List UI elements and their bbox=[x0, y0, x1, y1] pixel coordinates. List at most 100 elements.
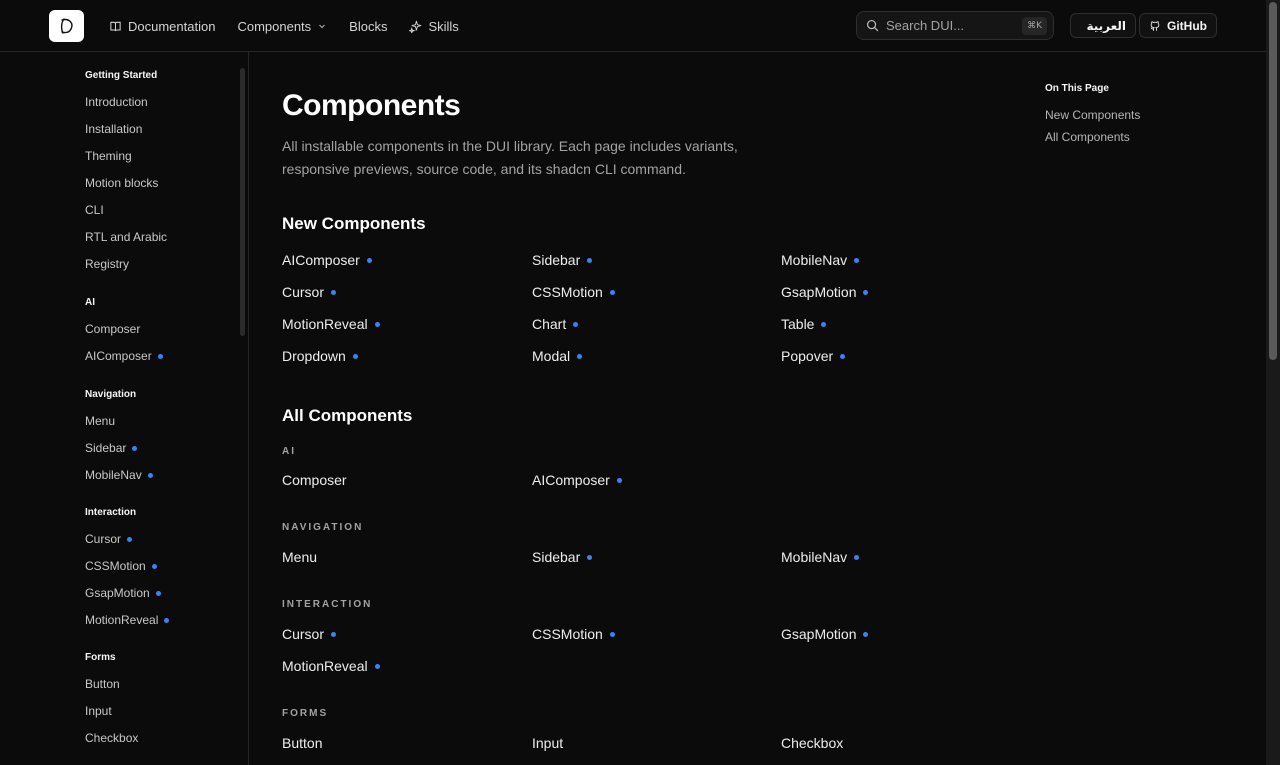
sidebar-item-composer[interactable]: Composer bbox=[85, 316, 163, 343]
sidebar-item-label: Cursor bbox=[85, 532, 122, 546]
sidebar-item-gsapmotion[interactable]: GsapMotion bbox=[85, 580, 169, 607]
sidebar-item-label: Checkbox bbox=[85, 731, 139, 745]
component-link-label: Menu bbox=[282, 549, 318, 565]
sidebar-item-button[interactable]: Button bbox=[85, 671, 138, 698]
new-badge-dot bbox=[164, 618, 170, 623]
sidebar-item-cli[interactable]: CLI bbox=[85, 197, 167, 224]
sidebar-item-theming[interactable]: Theming bbox=[85, 143, 167, 170]
component-link-label: CSSMotion bbox=[532, 626, 603, 642]
nav-skills-label: Skills bbox=[428, 18, 459, 34]
section-heading-all-components: All Components bbox=[282, 406, 413, 425]
component-link-mobilenav[interactable]: MobileNav bbox=[781, 252, 860, 268]
sidebar-scrollbar[interactable] bbox=[240, 68, 245, 336]
component-link-gsapmotion[interactable]: GsapMotion bbox=[781, 284, 869, 300]
component-link-motionreveal[interactable]: MotionReveal bbox=[282, 316, 380, 332]
search-input[interactable] bbox=[886, 18, 1016, 33]
github-button[interactable]: GitHub bbox=[1139, 13, 1217, 38]
sidebar-item-label: GsapMotion bbox=[85, 586, 150, 600]
github-icon bbox=[1150, 20, 1160, 31]
sidebar-item-cursor[interactable]: Cursor bbox=[85, 526, 169, 553]
component-link-sidebar[interactable]: Sidebar bbox=[532, 549, 593, 565]
component-link-cursor[interactable]: Cursor bbox=[282, 626, 337, 642]
search-box[interactable]: ⌘K bbox=[856, 11, 1054, 40]
sidebar-group-getting-started: Getting Started Introduction Installatio… bbox=[85, 69, 167, 278]
main-nav: Documentation Components Blocks Skills bbox=[109, 0, 481, 52]
component-link-cssmotion[interactable]: CSSMotion bbox=[532, 284, 615, 300]
component-link-label: MotionReveal bbox=[282, 316, 368, 332]
component-link-checkbox[interactable]: Checkbox bbox=[781, 735, 843, 751]
toc-item-new-components[interactable]: New Components bbox=[1045, 104, 1245, 126]
component-link-label: AIComposer bbox=[532, 472, 610, 488]
component-link-label: Table bbox=[781, 316, 815, 332]
logo[interactable] bbox=[49, 10, 84, 42]
component-link-cursor[interactable]: Cursor bbox=[282, 284, 337, 300]
component-link-button[interactable]: Button bbox=[282, 735, 322, 751]
sidebar-item-checkbox[interactable]: Checkbox bbox=[85, 725, 138, 752]
page-title: Components bbox=[282, 89, 461, 122]
sparkles-icon bbox=[409, 20, 422, 33]
sidebar-item-label: Input bbox=[85, 704, 112, 718]
component-link-aicomposer[interactable]: AIComposer bbox=[282, 252, 372, 268]
sidebar-item-motionreveal[interactable]: MotionReveal bbox=[85, 607, 170, 634]
sidebar-item-registry[interactable]: Registry bbox=[85, 251, 167, 278]
sidebar-item-mobilenav[interactable]: MobileNav bbox=[85, 462, 153, 489]
new-badge-dot bbox=[374, 321, 380, 327]
component-link-table[interactable]: Table bbox=[781, 316, 827, 332]
chevron-down-icon bbox=[319, 24, 326, 29]
component-link-label: MobileNav bbox=[781, 549, 848, 565]
component-link-chart[interactable]: Chart bbox=[532, 316, 579, 332]
sidebar-item-sidebar[interactable]: Sidebar bbox=[85, 435, 153, 462]
sidebar-group-interaction: Interaction Cursor CSSMotion GsapMotion … bbox=[85, 506, 170, 634]
nav-components[interactable]: Components bbox=[237, 19, 327, 34]
sidebar-item-introduction[interactable]: Introduction bbox=[85, 89, 167, 116]
new-badge-dot bbox=[331, 631, 337, 637]
sidebar-item-label: Theming bbox=[85, 149, 132, 163]
sidebar-group-forms: Forms Button Input Checkbox bbox=[85, 651, 138, 752]
sidebar-item-input[interactable]: Input bbox=[85, 698, 138, 725]
sidebar-item-label: CSSMotion bbox=[85, 559, 146, 573]
nav-blocks[interactable]: Blocks bbox=[349, 19, 387, 34]
sidebar-item-aicomposer[interactable]: AIComposer bbox=[85, 343, 163, 370]
sidebar-item-menu[interactable]: Menu bbox=[85, 408, 153, 435]
toc-item-all-components[interactable]: All Components bbox=[1045, 126, 1245, 148]
sidebar-group-title: AI bbox=[85, 297, 95, 308]
component-link-motionreveal[interactable]: MotionReveal bbox=[282, 658, 380, 674]
sidebar-item-rtl-arabic[interactable]: RTL and Arabic bbox=[85, 224, 167, 251]
top-header: Documentation Components Blocks Skills ⌘… bbox=[0, 0, 1266, 52]
component-link-menu[interactable]: Menu bbox=[282, 549, 317, 565]
sidebar-item-label: MotionReveal bbox=[85, 613, 159, 627]
component-link-popover[interactable]: Popover bbox=[781, 348, 846, 364]
component-link-gsapmotion[interactable]: GsapMotion bbox=[781, 626, 869, 642]
component-link-label: Cursor bbox=[282, 626, 325, 642]
sidebar-item-cssmotion[interactable]: CSSMotion bbox=[85, 553, 169, 580]
component-link-label: Popover bbox=[781, 348, 834, 364]
nav-blocks-label: Blocks bbox=[349, 18, 388, 34]
component-link-aicomposer[interactable]: AIComposer bbox=[532, 472, 622, 488]
section-heading-new-components: New Components bbox=[282, 214, 426, 233]
sidebar-group-title: Forms bbox=[85, 652, 116, 663]
sidebar-item-label: Button bbox=[85, 677, 120, 691]
component-link-modal[interactable]: Modal bbox=[532, 348, 583, 364]
nav-skills[interactable]: Skills bbox=[409, 18, 459, 34]
nav-documentation-label: Documentation bbox=[128, 18, 216, 34]
language-button[interactable]: العربية bbox=[1070, 13, 1136, 38]
component-link-mobilenav[interactable]: MobileNav bbox=[781, 549, 860, 565]
new-badge-dot bbox=[587, 257, 593, 263]
component-link-dropdown[interactable]: Dropdown bbox=[282, 348, 358, 364]
component-link-composer[interactable]: Composer bbox=[282, 472, 347, 488]
language-label: العربية bbox=[1086, 18, 1126, 33]
sidebar-item-motion-blocks[interactable]: Motion blocks bbox=[85, 170, 167, 197]
new-badge-dot bbox=[609, 289, 615, 295]
sidebar-item-label: Motion blocks bbox=[85, 176, 159, 190]
sidebar-item-installation[interactable]: Installation bbox=[85, 116, 167, 143]
page-scrollbar-thumb[interactable] bbox=[1269, 2, 1277, 360]
component-link-sidebar[interactable]: Sidebar bbox=[532, 252, 593, 268]
component-link-label: Sidebar bbox=[532, 549, 581, 565]
component-link-input[interactable]: Input bbox=[532, 735, 563, 751]
component-link-cssmotion[interactable]: CSSMotion bbox=[532, 626, 615, 642]
nav-documentation[interactable]: Documentation bbox=[109, 19, 215, 34]
page-scrollbar[interactable] bbox=[1266, 0, 1280, 765]
new-badge-dot bbox=[863, 289, 869, 295]
new-badge-dot bbox=[331, 289, 337, 295]
new-badge-dot bbox=[151, 564, 157, 569]
